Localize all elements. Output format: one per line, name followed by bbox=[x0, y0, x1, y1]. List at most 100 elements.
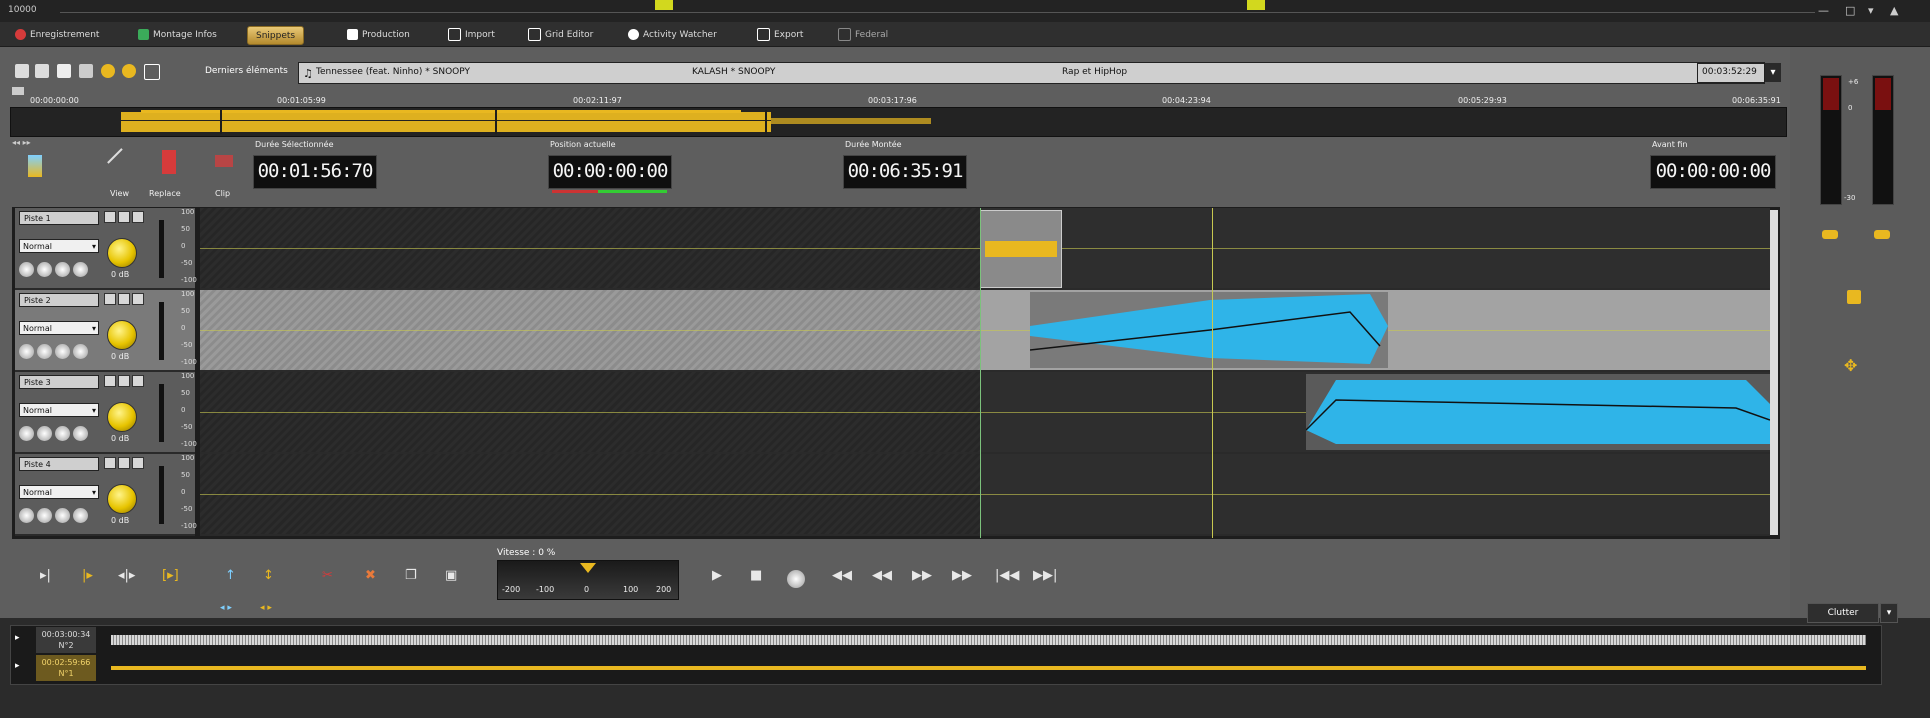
track-lane-3[interactable] bbox=[200, 372, 1770, 454]
effect-knob[interactable] bbox=[19, 426, 34, 441]
mark-out-icon[interactable]: [▸] bbox=[162, 568, 179, 583]
split-icon[interactable]: ◂|▸ bbox=[118, 568, 135, 583]
effect-knob[interactable] bbox=[37, 508, 52, 523]
pin-marker-2-icon[interactable]: ↕ bbox=[263, 568, 274, 583]
solo-button[interactable] bbox=[118, 211, 130, 223]
recent-dropdown-button[interactable]: ▾ bbox=[1765, 63, 1781, 82]
track-lane-4[interactable] bbox=[200, 454, 1770, 536]
forward-fast-icon[interactable]: ▶▶ bbox=[952, 568, 972, 583]
master-fader-right[interactable] bbox=[1874, 230, 1890, 239]
rewind-icon[interactable]: ◀◀ bbox=[872, 568, 892, 583]
effect-knob[interactable] bbox=[73, 262, 88, 277]
speed-slider[interactable]: -200 -100 0 100 200 bbox=[497, 560, 679, 600]
track-name[interactable]: Piste 2 bbox=[19, 293, 99, 307]
record-arm-button[interactable] bbox=[132, 293, 144, 305]
volume-knob[interactable] bbox=[107, 402, 137, 432]
redo-icon[interactable] bbox=[122, 64, 136, 78]
stop-icon[interactable]: ■ bbox=[750, 568, 762, 583]
mark-in-icon[interactable]: |▸ bbox=[82, 568, 93, 583]
dropdown-icon[interactable]: ▾ bbox=[1868, 4, 1874, 17]
speed-slider-thumb[interactable] bbox=[580, 563, 596, 573]
tab-production[interactable]: Production bbox=[347, 26, 410, 43]
effect-knob[interactable] bbox=[73, 344, 88, 359]
effect-knob[interactable] bbox=[19, 262, 34, 277]
audio-clip-3[interactable] bbox=[1306, 374, 1770, 450]
tab-export[interactable]: Export bbox=[757, 26, 803, 43]
paste-icon[interactable]: ▣ bbox=[445, 568, 457, 583]
maximize-icon[interactable]: □ bbox=[1845, 4, 1855, 17]
nudge-right-icon[interactable]: ◂ ▸ bbox=[260, 603, 272, 613]
effect-knob[interactable] bbox=[37, 426, 52, 441]
volume-knob[interactable] bbox=[107, 238, 137, 268]
record-arm-button[interactable] bbox=[132, 457, 144, 469]
expand-icon[interactable]: ▸ bbox=[15, 633, 20, 643]
next-marker-icon[interactable]: ▶▶| bbox=[1033, 568, 1057, 583]
marker-flag-2[interactable] bbox=[1247, 0, 1265, 10]
track-lane-1[interactable] bbox=[200, 208, 1770, 290]
overview-zoom-icon[interactable] bbox=[12, 87, 24, 95]
navigation-pad-icon[interactable]: ✥ bbox=[1844, 356, 1857, 375]
record-arm-button[interactable] bbox=[132, 375, 144, 387]
marker-flag-1[interactable] bbox=[655, 0, 673, 10]
expand-icon[interactable]: ▸ bbox=[15, 661, 20, 671]
forward-icon[interactable]: ▶▶ bbox=[912, 568, 932, 583]
clip-icon[interactable] bbox=[215, 155, 233, 167]
volume-knob[interactable] bbox=[107, 484, 137, 514]
solo-button[interactable] bbox=[118, 457, 130, 469]
tab-montage-infos[interactable]: Montage Infos bbox=[138, 26, 217, 43]
track-lane-2[interactable] bbox=[200, 290, 1770, 372]
print-icon[interactable] bbox=[79, 64, 93, 78]
master-fader-left[interactable] bbox=[1822, 230, 1838, 239]
mute-button[interactable] bbox=[104, 375, 116, 387]
recent-items-field[interactable]: ♫ Tennessee (feat. Ninho) * SNOOPY KALAS… bbox=[298, 62, 1765, 84]
bottom-waveform-1[interactable] bbox=[111, 666, 1866, 670]
effect-knob[interactable] bbox=[19, 508, 34, 523]
cut-icon[interactable]: ✂ bbox=[322, 568, 333, 583]
effect-knob[interactable] bbox=[55, 508, 70, 523]
tab-enregistrement[interactable]: Enregistrement bbox=[15, 26, 99, 43]
scroll-arrows-icon[interactable]: ◂◂ ▸▸ bbox=[12, 138, 31, 147]
rewind-fast-icon[interactable]: ◀◀ bbox=[832, 568, 852, 583]
mute-button[interactable] bbox=[104, 211, 116, 223]
tab-snippets[interactable]: Snippets bbox=[247, 26, 305, 45]
track-name[interactable]: Piste 3 bbox=[19, 375, 99, 389]
effect-knob[interactable] bbox=[37, 262, 52, 277]
audio-clip-snippet[interactable] bbox=[980, 210, 1062, 288]
playhead-line[interactable] bbox=[1212, 208, 1213, 538]
save-icon[interactable] bbox=[15, 64, 29, 78]
cluster-button[interactable]: Clutter bbox=[1807, 603, 1879, 623]
track-name[interactable]: Piste 4 bbox=[19, 457, 99, 471]
bottom-waveform-2[interactable] bbox=[111, 635, 1866, 645]
effect-knob[interactable] bbox=[55, 262, 70, 277]
go-start-icon[interactable]: ▸| bbox=[40, 568, 51, 583]
track-mode-select[interactable]: Normal ▾ bbox=[19, 239, 99, 253]
minimize-icon[interactable]: — bbox=[1818, 4, 1829, 17]
tab-import[interactable]: Import bbox=[448, 26, 495, 43]
track-name[interactable]: Piste 1 bbox=[19, 211, 99, 225]
tab-grid-editor[interactable]: Grid Editor bbox=[528, 26, 593, 43]
volume-knob[interactable] bbox=[107, 320, 137, 350]
delete-icon[interactable]: ✖ bbox=[365, 568, 376, 583]
collapse-icon[interactable]: ▲ bbox=[1890, 4, 1898, 17]
play-icon[interactable]: ▶ bbox=[712, 568, 722, 583]
undo-icon[interactable] bbox=[101, 64, 115, 78]
prev-marker-icon[interactable]: |◀◀ bbox=[995, 568, 1019, 583]
mute-button[interactable] bbox=[104, 293, 116, 305]
cluster-dropdown[interactable]: ▾ bbox=[1880, 603, 1898, 623]
pin-icon[interactable] bbox=[28, 155, 42, 177]
effect-knob[interactable] bbox=[73, 508, 88, 523]
effect-knob[interactable] bbox=[55, 426, 70, 441]
selection-start-line[interactable] bbox=[980, 208, 981, 538]
copy-icon[interactable]: ❐ bbox=[405, 568, 417, 583]
effect-knob[interactable] bbox=[19, 344, 34, 359]
track-mode-select[interactable]: Normal ▾ bbox=[19, 485, 99, 499]
solo-button[interactable] bbox=[118, 375, 130, 387]
pin-marker-icon[interactable]: ↑ bbox=[225, 568, 236, 583]
save-all-icon[interactable] bbox=[35, 64, 49, 78]
track-scrollbar[interactable] bbox=[1770, 210, 1778, 535]
overview-timeline[interactable] bbox=[10, 107, 1787, 137]
effect-knob[interactable] bbox=[55, 344, 70, 359]
audio-clip-2[interactable] bbox=[1030, 292, 1388, 368]
replace-icon[interactable] bbox=[162, 150, 176, 174]
record-button[interactable] bbox=[787, 570, 805, 588]
